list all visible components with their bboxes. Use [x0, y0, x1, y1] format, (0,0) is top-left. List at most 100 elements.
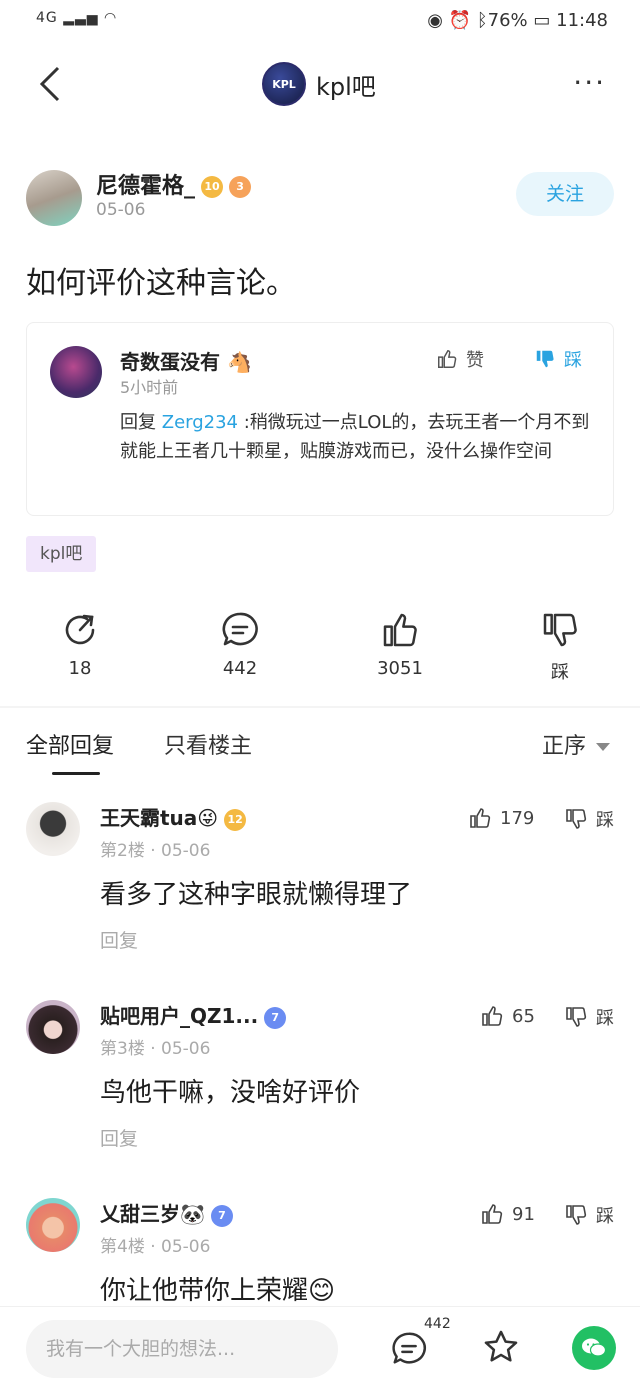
quoted-dislike-label: 踩 — [564, 350, 582, 371]
reply-input[interactable]: 我有一个大胆的想法... — [26, 1320, 338, 1378]
horse-icon: 🐴 — [226, 350, 252, 374]
commenter-name: 王天霸tua😜 — [100, 806, 219, 830]
forum-title: kpl吧 — [316, 72, 376, 101]
commenter-avatar[interactable] — [26, 802, 80, 856]
forum-header[interactable]: KPL kpl吧 — [262, 60, 376, 108]
tab-owner-only[interactable]: 只看楼主 — [164, 728, 252, 760]
quoted-time: 5小时前 — [120, 378, 179, 397]
post-date: 05-06 — [96, 200, 146, 220]
thumbs-down-icon — [566, 1205, 587, 1225]
like-button[interactable]: 3051 — [350, 608, 450, 679]
share-button[interactable]: 18 — [30, 608, 130, 679]
kpl-logo: KPL — [262, 62, 306, 106]
member-badge: 3 — [229, 176, 252, 198]
bottom-comment-button[interactable] — [390, 1330, 428, 1368]
quoted-dislike-button[interactable]: 踩 — [534, 346, 582, 372]
tab-all-replies[interactable]: 全部回复 — [26, 728, 114, 760]
quoted-author[interactable]: 奇数蛋没有 🐴 — [120, 346, 252, 375]
quoted-like-button[interactable]: 赞 — [436, 346, 484, 372]
comment-like-button[interactable]: 65 — [480, 1004, 535, 1028]
thumbs-up-icon — [470, 808, 491, 828]
comment-body: 你让他带你上荣耀😊 — [100, 1276, 336, 1306]
commenter-info[interactable]: 乂甜三岁🐼 7 — [100, 1198, 233, 1227]
dislike-label: 踩 — [551, 662, 569, 683]
thumbs-up-icon — [383, 613, 417, 647]
dislike-label: 踩 — [596, 1008, 614, 1029]
star-icon — [484, 1330, 518, 1362]
thumbs-up-icon — [438, 350, 457, 368]
reply-prefix: 回复 — [120, 412, 162, 433]
quoted-body: 回复 Zerg234 :稍微玩过一点LOL的，去玩王者一个月不到就能上王者几十颗… — [120, 408, 590, 466]
status-bar: 4G ▂▃▅ ◠ ◉ ⏰ ᛒ76% ▭ 11:48 — [0, 0, 640, 44]
commenter-name: 贴吧用户_QZ1... — [100, 1004, 259, 1028]
network-type: 4G — [36, 10, 58, 26]
mention-link[interactable]: Zerg234 — [162, 412, 238, 433]
comment-icon — [222, 612, 258, 646]
comment-like-button[interactable]: 179 — [468, 806, 534, 830]
thumbs-up-icon — [482, 1006, 503, 1026]
favorite-button[interactable] — [482, 1328, 520, 1366]
quoted-author-name: 奇数蛋没有 — [120, 350, 220, 374]
follow-button[interactable]: 关注 — [516, 172, 614, 216]
thumbs-down-icon — [566, 809, 587, 829]
like-count: 65 — [512, 1005, 535, 1027]
comment-count: 442 — [222, 658, 258, 679]
battery-icon: ▭ — [533, 10, 551, 31]
commenter-avatar[interactable] — [26, 1000, 80, 1054]
author-avatar[interactable] — [26, 170, 82, 226]
commenter-info[interactable]: 王天霸tua😜 12 — [100, 802, 247, 831]
tab-active-indicator — [52, 772, 100, 775]
sort-label: 正序 — [541, 734, 586, 759]
wechat-share-button[interactable] — [572, 1326, 616, 1370]
signal-icon: ▂▃▅ — [63, 10, 99, 26]
wifi-icon: ◠ — [103, 10, 118, 26]
dislike-label: 踩 — [596, 1206, 614, 1227]
comment-dislike-button[interactable]: 踩 — [564, 1202, 614, 1228]
comment-icon — [392, 1332, 426, 1364]
level-badge: 7 — [210, 1204, 233, 1227]
comment-button[interactable]: 442 — [190, 608, 290, 679]
sort-dropdown[interactable]: 正序 — [542, 728, 610, 760]
dislike-button[interactable]: 踩 — [510, 608, 610, 684]
comment-like-button[interactable]: 91 — [480, 1202, 535, 1226]
like-count: 179 — [500, 807, 535, 829]
like-count: 91 — [512, 1203, 535, 1225]
wechat-icon — [582, 1338, 607, 1357]
more-menu-button[interactable]: ··· — [573, 66, 606, 99]
comment-body: 看多了这种字眼就懒得理了 — [100, 880, 413, 910]
share-icon — [65, 614, 95, 645]
reply-button[interactable]: 回复 — [100, 926, 138, 953]
author-info[interactable]: 尼德霍格_ 10 3 — [96, 168, 252, 200]
like-count: 3051 — [377, 658, 423, 679]
commenter-info[interactable]: 贴吧用户_QZ1... 7 — [100, 1000, 287, 1029]
section-divider — [0, 706, 640, 708]
dislike-label: 踩 — [596, 810, 614, 831]
level-badge: 10 — [201, 176, 224, 198]
comment-body: 鸟他干嘛，没啥好评价 — [100, 1078, 361, 1108]
back-button[interactable] — [38, 64, 68, 104]
comment-dislike-button[interactable]: 踩 — [564, 1004, 614, 1030]
forum-tag[interactable]: kpl吧 — [26, 536, 97, 572]
bottom-comment-count: 442 — [424, 1316, 451, 1332]
thumbs-down-filled-icon — [536, 350, 554, 368]
bluetooth-icon: ᛒ — [476, 10, 488, 31]
comment-dislike-button[interactable]: 踩 — [564, 806, 614, 832]
alarm-icon: ⏰ — [448, 10, 472, 31]
quoted-author-avatar[interactable] — [50, 346, 102, 398]
post-title: 如何评价这种言论。 — [26, 266, 296, 301]
thumbs-down-icon — [566, 1007, 587, 1027]
caret-down-icon — [596, 743, 610, 751]
eye-icon: ◉ — [427, 10, 443, 31]
battery-percent: 76% — [487, 10, 528, 31]
comment-meta: 第4楼 · 05-06 — [100, 1237, 211, 1257]
share-count: 18 — [68, 658, 92, 679]
level-badge: 12 — [224, 808, 247, 831]
clock: 11:48 — [556, 10, 608, 31]
thumbs-down-icon — [543, 613, 577, 647]
status-right: ◉ ⏰ ᛒ76% ▭ 11:48 — [427, 10, 608, 31]
chevron-left-icon — [39, 66, 60, 102]
commenter-avatar[interactable] — [26, 1198, 80, 1252]
reply-button[interactable]: 回复 — [100, 1124, 138, 1151]
thumbs-up-icon — [482, 1204, 503, 1224]
comment-meta: 第3楼 · 05-06 — [100, 1039, 211, 1059]
